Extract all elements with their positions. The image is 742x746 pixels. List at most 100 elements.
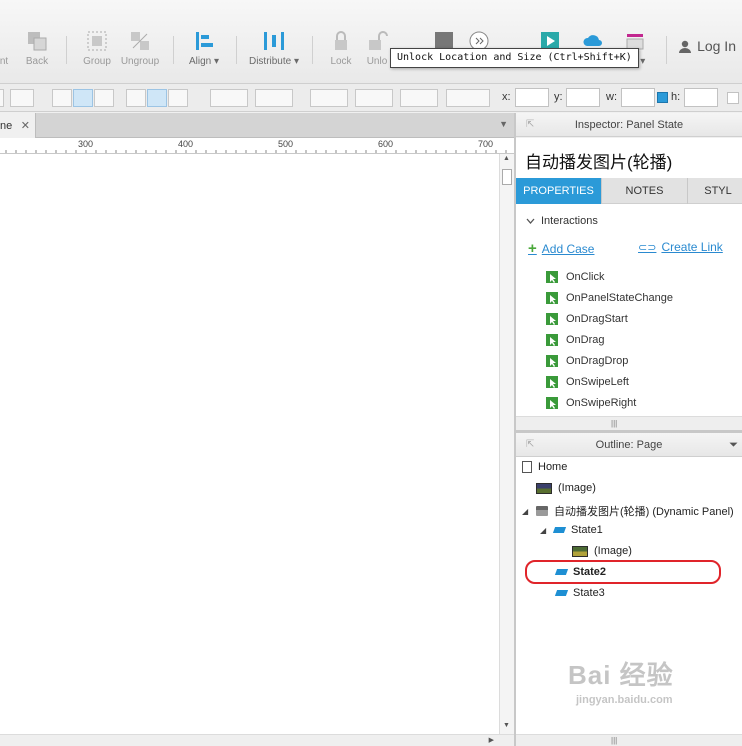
create-link-link[interactable]: ⊂⊃ Create Link	[638, 240, 723, 254]
align-icon	[196, 32, 213, 50]
scroll-up-icon[interactable]: ▲	[501, 155, 512, 165]
outline-row-image[interactable]: (Image)	[536, 482, 596, 494]
ruler-label: 600	[378, 139, 394, 149]
toolbar-divider	[666, 36, 667, 64]
shadow-dropdown[interactable]	[255, 89, 293, 107]
inspector-tabs: PROPERTIES NOTES STYL	[516, 178, 742, 204]
interaction-event-icon	[546, 355, 558, 367]
interactions-section-toggle[interactable]: Interactions	[526, 215, 598, 227]
outline-row-home[interactable]: Home	[522, 461, 567, 473]
hidden-checkbox[interactable]	[727, 92, 739, 104]
interaction-event[interactable]: OnDrag	[546, 334, 605, 346]
pin-icon[interactable]: ⇱	[526, 113, 534, 137]
forward-icon	[0, 30, 18, 52]
outline-row-state3[interactable]: State3	[554, 587, 605, 599]
fill-color-dropdown[interactable]	[210, 89, 248, 107]
w-label: w:	[606, 91, 617, 103]
toolbar-divider	[66, 36, 67, 64]
inspector-widget-name[interactable]: 自动播发图片(轮播)	[516, 138, 742, 178]
interaction-event[interactable]: OnSwipeRight	[546, 397, 636, 409]
ruler-label: 400	[178, 139, 194, 149]
line-width-dropdown[interactable]	[355, 89, 393, 107]
toolbar-divider	[312, 36, 313, 64]
group-button[interactable]: Group	[80, 30, 114, 67]
login-button[interactable]: Log In	[679, 38, 736, 54]
add-case-link[interactable]: + Add Case	[528, 240, 594, 257]
line-color-dropdown[interactable]	[310, 89, 348, 107]
y-input[interactable]	[566, 88, 600, 107]
w-input[interactable]	[621, 88, 655, 107]
outline-row-dynamic-panel[interactable]: ◢ 自动播发图片(轮播) (Dynamic Panel)	[522, 503, 734, 519]
state2-highlight-annotation	[525, 560, 721, 584]
inspector-header: ⇱ Inspector: Panel State	[516, 113, 742, 137]
interaction-event[interactable]: OnSwipeLeft	[546, 376, 629, 388]
filter-icon[interactable]: ⏷	[729, 433, 738, 457]
h-label: h:	[671, 91, 681, 103]
unlock-button[interactable]: Unlo	[364, 30, 390, 67]
close-icon[interactable]: ✕	[21, 119, 30, 132]
arrow-style-dropdown[interactable]	[446, 89, 490, 107]
interaction-event[interactable]: OnPanelStateChange	[546, 292, 673, 304]
interaction-event-icon	[546, 397, 558, 409]
design-canvas[interactable]	[0, 154, 499, 734]
inspector-horizontal-scrollbar[interactable]: |||	[516, 416, 742, 430]
lock-aspect-icon[interactable]	[657, 92, 668, 103]
interaction-event-icon	[546, 334, 558, 346]
interaction-event[interactable]: OnDragDrop	[546, 355, 628, 367]
pin-icon[interactable]: ⇱	[526, 433, 534, 457]
y-label: y:	[554, 91, 563, 103]
align-center-button[interactable]	[73, 89, 93, 107]
align-right-button[interactable]	[94, 89, 114, 107]
state-icon	[554, 590, 569, 596]
expand-triangle-icon[interactable]: ◢	[540, 526, 548, 535]
tab-home[interactable]: ne ✕	[0, 113, 36, 138]
expand-triangle-icon[interactable]: ◢	[522, 507, 530, 516]
ungroup-button[interactable]: Ungroup	[120, 30, 160, 67]
user-icon	[679, 40, 692, 53]
interaction-event[interactable]: OnDragStart	[546, 313, 628, 325]
ruler-label: 300	[78, 139, 94, 149]
inspector-properties-panel: Interactions + Add Case ⊂⊃ Create Link O…	[516, 204, 742, 416]
canvas-vertical-scrollbar[interactable]: ▲ ▼	[499, 154, 514, 734]
tab-properties[interactable]: PROPERTIES	[516, 178, 602, 204]
outline-row-state1-image[interactable]: (Image)	[572, 545, 632, 557]
scroll-down-icon[interactable]: ▼	[501, 722, 512, 732]
canvas-horizontal-scrollbar[interactable]: ▶	[0, 734, 514, 746]
line-style-dropdown[interactable]	[400, 89, 438, 107]
tab-notes[interactable]: NOTES	[602, 178, 688, 204]
align-button[interactable]: Align ▾	[186, 30, 222, 67]
dynamic-panel-icon	[536, 506, 548, 516]
main-toolbar: nt Back Group Ungroup Align ▾ Distribute…	[0, 0, 742, 84]
outline-title: Outline: Page	[595, 439, 663, 451]
scroll-right-icon[interactable]: ▶	[489, 736, 494, 744]
ruler-label: 500	[278, 139, 294, 149]
x-input[interactable]	[515, 88, 549, 107]
distribute-button[interactable]: Distribute ▾	[248, 30, 300, 67]
align-left-button[interactable]	[52, 89, 72, 107]
horizontal-ruler: 300 400 500 600 700	[0, 138, 514, 154]
format-button[interactable]	[0, 89, 4, 107]
valign-top-button[interactable]	[126, 89, 146, 107]
outline-horizontal-scrollbar[interactable]: |||	[516, 734, 742, 746]
baidu-watermark: Bai 经验 jingyan.baidu.com	[568, 660, 674, 706]
h-input[interactable]	[684, 88, 718, 107]
valign-middle-button[interactable]	[147, 89, 167, 107]
tab-menu-chevron-icon[interactable]: ▼	[499, 119, 508, 129]
interaction-event[interactable]: OnClick	[546, 271, 605, 283]
tab-style[interactable]: STYL	[688, 178, 742, 204]
lock-button[interactable]: Lock	[326, 30, 356, 67]
inspector-title: Inspector: Panel State	[574, 119, 684, 131]
send-back-button[interactable]: Back	[22, 30, 52, 67]
lock-icon	[335, 31, 347, 50]
interaction-event-icon	[546, 292, 558, 304]
bring-forward-button[interactable]: nt	[0, 30, 12, 67]
plus-icon: +	[528, 240, 537, 257]
outline-row-state1[interactable]: ◢ State1	[540, 524, 603, 536]
distribute-icon	[264, 32, 284, 50]
scroll-thumb[interactable]	[502, 169, 512, 185]
scroll-grip-icon: |||	[611, 736, 618, 745]
toolbar-divider	[173, 36, 174, 64]
bullet-list-button[interactable]	[10, 89, 34, 107]
scroll-grip-icon: |||	[611, 419, 618, 428]
valign-bottom-button[interactable]	[168, 89, 188, 107]
